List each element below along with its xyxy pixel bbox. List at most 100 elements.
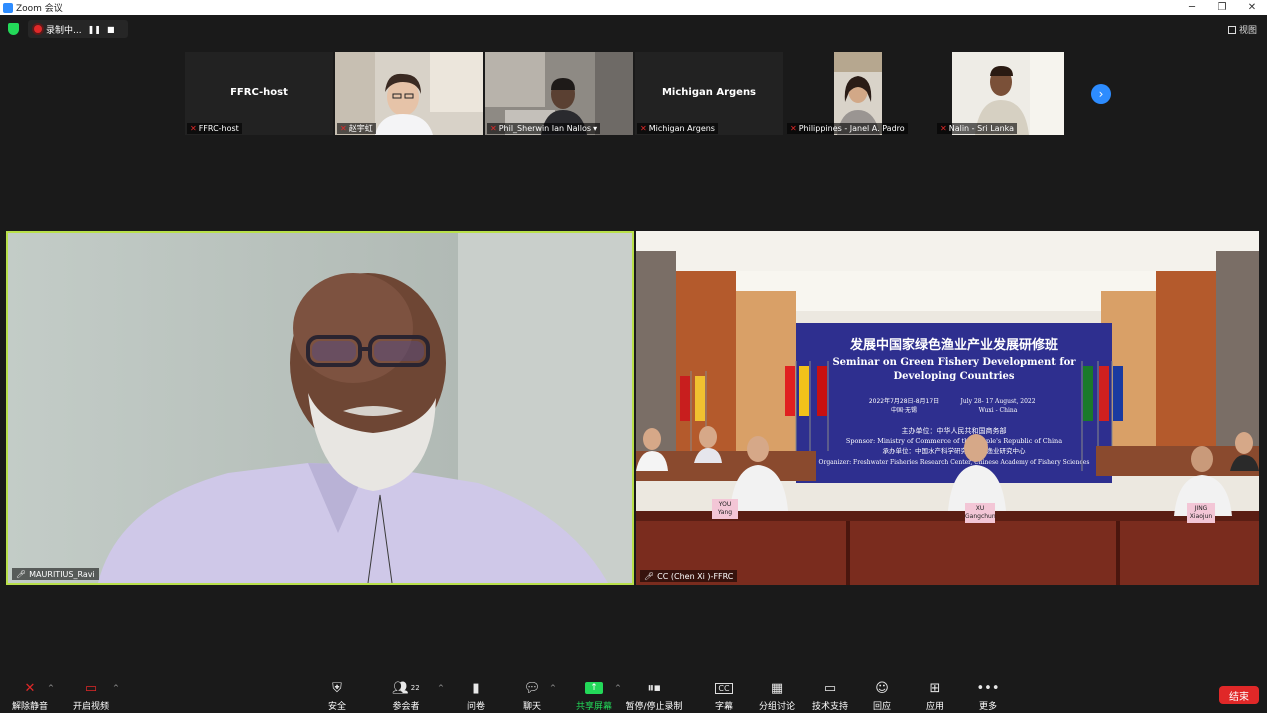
grid-icon: ▦ [770,680,784,696]
polls-button[interactable]: ▮ 问卷 [448,680,504,713]
room-name: CC (Chen Xi )-FFRC [657,571,734,581]
pause-recording-icon[interactable]: ❚❚ [88,25,101,34]
nameplate-line1: JING [1194,505,1208,512]
participant-name: Philippines - Janel A. Padro [798,124,905,133]
reactions-label: 回应 [872,702,891,712]
nameplate-line1: XU [975,505,985,512]
more-label: 更多 [978,702,997,712]
mic-icon: 🎤︎ [644,571,655,581]
participant-tag: ✕ Philippines - Janel A. Padro [787,123,908,134]
participants-label: 参会者 [392,702,420,712]
mic-muted-icon: ✕ [940,124,947,133]
chat-bubble-icon: 💬︎ [523,680,541,696]
support-label: 技术支持 [811,702,848,712]
nameplate: YOU Yang [712,499,738,519]
captions-button[interactable]: CC 字幕 [696,680,752,712]
cast-icon: ▭ [823,680,837,696]
banner-date-cn: 2022年7月28日-8月17日 [869,397,939,405]
banner-sponsor-en: Sponsor: Ministry of Commerce of the Peo… [846,437,1062,445]
security-button[interactable]: ⛨ 安全 [309,680,365,713]
pause-recording-label: 暂停/停止录制 [625,702,683,712]
pause-stop-icon: ⏸︎⏹︎ [647,680,661,696]
stop-recording-icon[interactable]: ■ [107,25,115,34]
pause-stop-recording-button[interactable]: ⏸︎⏹︎ 暂停/停止录制 [625,680,683,713]
apps-button[interactable]: ⊞ 应用 [907,680,963,713]
banner-date-en: July 28- 17 August, 2022 [959,398,1035,405]
recording-icon [34,25,42,33]
active-speaker-tile[interactable]: 🎤︎ MAURITIUS_Ravi [6,231,634,585]
view-button[interactable]: 视图 [1227,23,1257,36]
minimize-button[interactable]: ─ [1177,0,1207,15]
chat-label: 聊天 [522,702,541,712]
conference-room-tile[interactable]: 发展中国家绿色渔业产业发展研修班 Seminar on Green Fisher… [636,231,1259,585]
participant-tag: ✕ Nalin - Sri Lanka [937,123,1018,134]
participant-tag: ✕ Michigan Argens [637,123,718,134]
start-video-button[interactable]: ▭ 开启视频 [63,680,119,713]
gallery-tile[interactable]: ✕ Phil_Sherwin Ian Nallos ▾ [485,52,633,135]
participants-chevron-icon[interactable]: ^ [438,684,444,692]
meeting-toolbar: ✕ 解除静音 ^ ▭ 开启视频 ^ ⛨ 安全 👥︎ 22 参会者 ^ ▮ 问卷 💬… [0,675,1267,713]
chevron-right-icon: › [1098,87,1104,101]
security-label: 安全 [327,702,346,712]
participant-name: 赵宇虹 [348,124,373,133]
view-label: 视图 [1238,26,1257,36]
share-chevron-icon[interactable]: ^ [615,684,621,692]
video-options-chevron-icon[interactable]: ^ [113,684,119,692]
participant-name: Phil_Sherwin Ian Nallos [498,124,592,133]
support-button[interactable]: ▭ 技术支持 [802,680,858,713]
participants-button[interactable]: 👥︎ 22 参会者 [378,680,434,713]
window-title: Zoom 会议 [16,4,63,14]
participant-name: FFRC-host [198,124,239,133]
speaker-name-tag: 🎤︎ MAURITIUS_Ravi [12,568,99,580]
more-button[interactable]: ••• 更多 [960,680,1016,713]
polls-label: 问卷 [466,702,485,712]
nameplate-line2: Gangchun [965,513,996,520]
smiley-icon: ☺ [875,680,889,696]
signal-icon: ▾ [593,124,598,133]
share-arrow-icon: ↑ [585,682,603,694]
apps-icon: ⊞ [929,680,941,696]
nameplate-line2: Xiaojun [1189,513,1213,520]
recording-indicator[interactable]: 录制中... ❚❚ ■ [28,20,128,38]
participant-tag: ✕ 赵宇虹 [337,123,376,134]
mic-muted-icon: ✕ [790,124,797,133]
next-page-button[interactable]: › [1091,84,1111,104]
participant-tag: ✕ FFRC-host [187,123,242,134]
gallery-tile[interactable]: ✕ 赵宇虹 [335,52,483,135]
view-grid-icon [1227,25,1236,34]
mic-muted-icon: ✕ [340,124,347,133]
nameplate-line2: Yang [717,509,733,516]
participant-name: Michigan Argens [648,124,715,133]
maximize-button[interactable]: ❐ [1207,0,1237,15]
gallery-tile[interactable]: ✕ Nalin - Sri Lanka [935,52,1083,135]
participant-display-name: FFRC-host [230,87,288,98]
participant-tag: ✕ Phil_Sherwin Ian Nallos ▾ [487,123,601,134]
banner-organizer-en: Organizer: Freshwater Fisheries Research… [819,459,1090,466]
nameplate: JING Xiaojun [1187,503,1215,523]
gallery-tile[interactable]: ✕ Philippines - Janel A. Padro [785,52,933,135]
banner-place-cn: 中国·无锡 [891,406,917,414]
breakout-rooms-button[interactable]: ▦ 分组讨论 [749,680,805,713]
window-controls: ─ ❐ ✕ [1177,0,1267,15]
mic-muted-icon: ✕ [490,124,497,133]
banner-sponsor-cn: 主办单位：中华人民共和国商务部 [902,426,1007,435]
end-meeting-button[interactable]: 结束 [1219,686,1259,704]
zoom-app-icon [3,2,13,13]
participant-display-name: Michigan Argens [661,87,757,98]
apps-label: 应用 [925,702,944,712]
banner-place-en: Wuxi - China [979,407,1018,414]
chat-chevron-icon[interactable]: ^ [550,684,556,692]
mic-icon: 🎤︎ [16,569,27,579]
close-button[interactable]: ✕ [1237,0,1267,15]
speaker-name: MAURITIUS_Ravi [29,569,95,579]
encryption-shield-icon[interactable] [8,23,19,35]
participants-icon: 👥︎ 22 [392,680,420,696]
share-screen-button[interactable]: ↑ 共享屏幕 [566,680,622,712]
start-video-label: 开启视频 [72,702,109,712]
gallery-tile[interactable]: FFRC-host ✕ FFRC-host [185,52,333,135]
audio-options-chevron-icon[interactable]: ^ [48,684,54,692]
window-titlebar: Zoom 会议 ─ ❐ ✕ [0,0,1267,15]
reactions-button[interactable]: ☺ 回应 [854,680,910,713]
gallery-tile[interactable]: Michigan Argens ✕ Michigan Argens [635,52,783,135]
banner-en-title-2: Developing Countries [893,371,1014,382]
